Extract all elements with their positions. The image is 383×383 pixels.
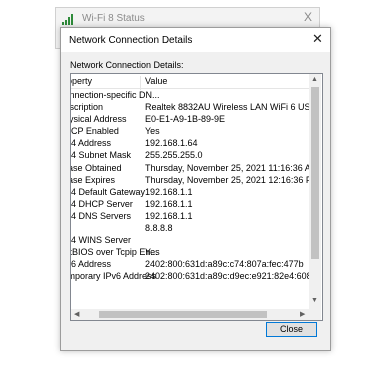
details-listview[interactable]: Property Value Connection-specific DN...…: [70, 73, 323, 321]
table-row[interactable]: Physical Address E0-E1-A9-1B-89-9E: [71, 114, 309, 126]
value-cell: 192.168.1.1: [145, 198, 193, 209]
table-row[interactable]: IPv4 WINS Server: [71, 235, 309, 247]
table-row[interactable]: DHCP Enabled Yes: [71, 126, 309, 138]
table-row[interactable]: Temporary IPv6 Address2402:800:631d:a89c…: [71, 271, 309, 283]
value-cell: 192.168.1.1: [145, 186, 193, 197]
value-cell: 8.8.8.8: [145, 223, 173, 234]
value-cell: Thursday, November 25, 2021 11:16:36 AM: [145, 162, 309, 173]
property-cell: Connection-specific DN...: [71, 90, 160, 100]
value-cell: E0-E1-A9-1B-89-9E: [145, 114, 226, 125]
property-cell: IPv4 WINS Server: [71, 235, 132, 246]
table-row[interactable]: Connection-specific DN...: [71, 90, 309, 102]
property-cell: IPv4 Subnet Mask: [71, 150, 132, 161]
property-cell: DHCP Enabled: [71, 126, 119, 137]
horizontal-scrollbar[interactable]: ◀ ▶: [71, 309, 309, 320]
scroll-down-arrow-icon[interactable]: ▼: [311, 297, 318, 304]
scroll-up-arrow-icon[interactable]: ▲: [311, 76, 318, 83]
value-cell: Thursday, November 25, 2021 12:16:36 PM: [145, 174, 309, 185]
property-cell: Physical Address: [71, 114, 127, 125]
table-row[interactable]: IPv4 Default Gateway192.168.1.1: [71, 187, 309, 199]
table-row[interactable]: IPv4 Subnet Mask 255.255.255.0: [71, 150, 309, 162]
wifi-signal-icon: [62, 14, 76, 25]
listview-header: Property Value: [71, 74, 309, 90]
value-cell: 2402:800:631d:a89c:d9ec:e921:82e4:6085: [145, 271, 309, 282]
vertical-scroll-thumb[interactable]: [311, 87, 319, 259]
scroll-right-arrow-icon[interactable]: ▶: [300, 310, 305, 318]
property-cell: Lease Obtained: [71, 162, 122, 173]
value-cell: Yes: [145, 126, 160, 137]
dialog-title: Network Connection Details: [69, 35, 193, 46]
value-cell: 2402:800:631d:a89c:c74:807a:fec:477b: [145, 259, 304, 270]
section-label: Network Connection Details:: [70, 60, 184, 70]
value-cell: Realtek 8832AU Wireless LAN WiFi 6 USB: [145, 102, 309, 113]
table-row[interactable]: Lease Obtained Thursday, November 25, 202…: [71, 163, 309, 175]
wifi-status-title: Wi-Fi 8 Status: [82, 13, 145, 24]
property-cell: Temporary IPv6 Address: [71, 271, 157, 282]
property-cell: IPv4 DHCP Server: [71, 198, 133, 209]
table-row[interactable]: 8.8.8.8: [71, 223, 309, 235]
vertical-scrollbar[interactable]: ▲ ▼: [309, 74, 321, 309]
column-header-property[interactable]: Property: [71, 76, 92, 86]
table-row[interactable]: IPv4 DHCP Server 192.168.1.1: [71, 199, 309, 211]
listview-body: Connection-specific DN... Description Real…: [71, 90, 309, 284]
network-connection-details-dialog: Network Connection Details ✕ Network Con…: [60, 27, 331, 351]
property-cell: IPv6 Address: [71, 259, 112, 270]
table-row[interactable]: IPv6 Address 2402:800:631d:a89c:c74:807a:…: [71, 259, 309, 271]
close-button[interactable]: Close: [266, 322, 317, 337]
dialog-titlebar: Network Connection Details ✕: [61, 28, 330, 52]
property-cell: Description: [71, 102, 104, 113]
table-row[interactable]: IPv4 DNS Servers 192.168.1.1: [71, 211, 309, 223]
property-cell: IPv4 Default Gateway: [71, 186, 146, 197]
property-cell: Lease Expires: [71, 174, 116, 185]
value-cell: 192.168.1.64: [145, 138, 198, 149]
scrollbar-corner: [309, 309, 321, 320]
table-row[interactable]: Lease Expires Thursday, November 25, 2021…: [71, 175, 309, 187]
scroll-left-arrow-icon[interactable]: ◀: [74, 310, 79, 318]
table-row[interactable]: NetBIOS over Tcpip En...Yes: [71, 247, 309, 259]
property-cell: IPv4 Address: [71, 138, 112, 149]
value-cell: 255.255.255.0: [145, 150, 203, 161]
column-header-value[interactable]: Value: [145, 76, 167, 86]
table-row[interactable]: IPv4 Address 192.168.1.64: [71, 138, 309, 150]
table-row[interactable]: Description Realtek 8832AU Wireless LAN W…: [71, 102, 309, 114]
column-divider[interactable]: [140, 76, 141, 90]
listview-viewport: Property Value Connection-specific DN...…: [71, 74, 309, 309]
close-icon[interactable]: ✕: [312, 31, 323, 47]
value-cell: Yes: [145, 247, 160, 258]
property-cell: IPv4 DNS Servers: [71, 210, 132, 221]
value-cell: 192.168.1.1: [145, 210, 193, 221]
wifi-status-close-icon[interactable]: X: [304, 10, 312, 24]
horizontal-scroll-thumb[interactable]: [99, 311, 267, 318]
